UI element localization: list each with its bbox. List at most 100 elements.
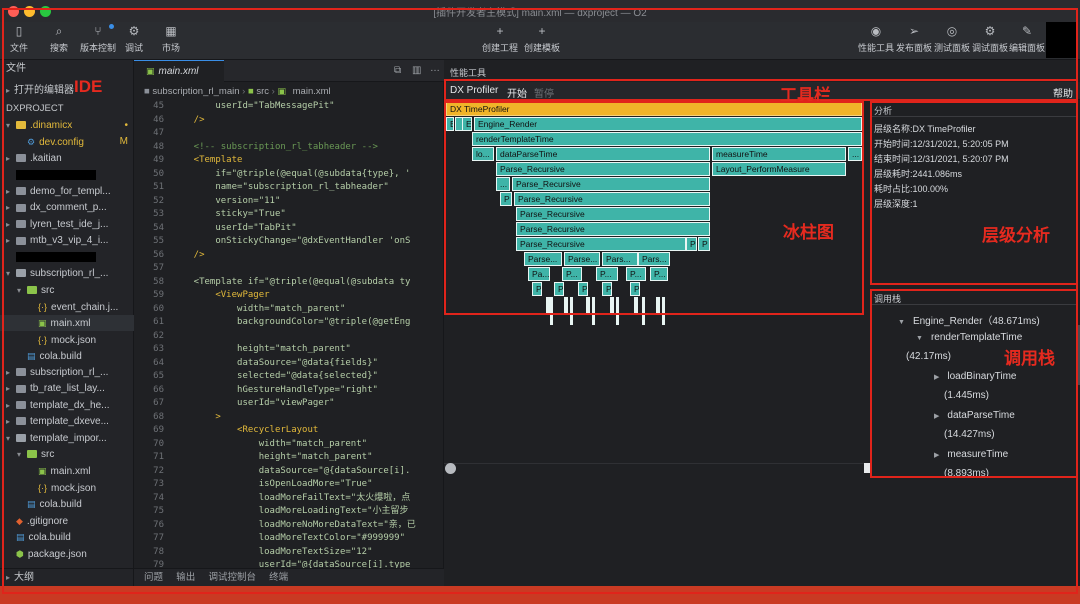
tree-item[interactable]: ▣ main.xml <box>0 463 134 479</box>
flame-cell[interactable]: renderTemplateTime <box>472 132 862 146</box>
flame-cell[interactable]: Parse_Recursive <box>496 162 710 176</box>
flame-cell[interactable]: P <box>630 282 640 296</box>
tree-item[interactable]: ▾ subscription_rl_... <box>0 266 134 282</box>
flame-cell[interactable]: measureTime <box>712 147 846 161</box>
create-project-button[interactable]: + 创建工程 <box>482 24 518 54</box>
flame-cell[interactable]: Pars... <box>638 252 670 266</box>
tree-item[interactable]: ▤ cola.build <box>0 529 134 545</box>
close-window-button[interactable] <box>8 6 19 17</box>
flame-cell[interactable]: P <box>602 282 612 296</box>
tree-item[interactable]: ▸ tb_rate_list_lay... <box>0 381 134 397</box>
tree-item[interactable]: ▾ .dinamicx • <box>0 118 134 134</box>
minimize-window-button[interactable] <box>24 6 35 17</box>
flame-cell[interactable]: P... <box>626 267 646 281</box>
flame-cell[interactable]: P <box>698 237 710 251</box>
tree-item[interactable]: ▸ lyren_test_ide_j... <box>0 217 134 233</box>
flame-cell[interactable]: ... <box>496 177 510 191</box>
tab-problems[interactable]: 问题 <box>144 572 163 583</box>
tree-item[interactable]: ◆ .gitignore <box>0 513 134 529</box>
tab-terminal[interactable]: 终端 <box>269 572 288 583</box>
tree-item[interactable]: ⬢ package.json <box>0 546 134 562</box>
callstack-node[interactable]: ▼ Engine_Render（48.671ms) <box>898 312 1040 327</box>
open-editors-section[interactable]: ▸ 打开的编辑器 <box>0 82 74 100</box>
test-panel-button[interactable]: ◎ 测试面板 <box>934 24 970 54</box>
debug-panel-button[interactable]: ⚙ 调试面板 <box>972 24 1008 54</box>
tab-output[interactable]: 输出 <box>176 572 195 583</box>
project-root[interactable]: DXPROJECT <box>0 100 64 118</box>
breadcrumb-item[interactable]: subscription_rl_main <box>152 86 239 97</box>
tree-item[interactable]: ▸ .kaitian <box>0 151 134 167</box>
callstack-node[interactable]: ▼ renderTemplateTime <box>916 332 1022 343</box>
perf-tool-button[interactable]: ◉ 性能工具 <box>858 24 894 54</box>
flame-cell[interactable]: Parse... <box>524 252 562 266</box>
flame-cell[interactable]: Parse_Recursive <box>516 207 710 221</box>
tab-debug-console[interactable]: 调试控制台 <box>208 572 256 583</box>
flame-cell[interactable]: P <box>578 282 588 296</box>
search-button[interactable]: ⌕ 搜索 <box>50 24 68 54</box>
breadcrumb-item[interactable]: src <box>256 86 269 97</box>
help-button[interactable]: 帮助 <box>1053 85 1073 100</box>
debug-button[interactable]: ⚙ 调试 <box>125 24 143 54</box>
flame-cell[interactable]: P <box>500 192 512 206</box>
chevron-right-icon[interactable]: ▶ <box>934 374 939 381</box>
chevron-right-icon[interactable]: ▶ <box>934 452 939 459</box>
edit-panel-button[interactable]: ✎ 编辑面板 <box>1009 24 1045 54</box>
tree-item[interactable]: ▣ main.xml <box>0 315 134 332</box>
flame-cell[interactable]: Parse_Recursive <box>516 222 710 236</box>
publish-panel-button[interactable]: ➢ 发布面板 <box>896 24 932 54</box>
tree-item[interactable]: ▾ src <box>0 447 134 463</box>
flame-cell[interactable]: dataParseTime <box>496 147 710 161</box>
file-button[interactable]: ▯ 文件 <box>10 24 28 54</box>
tree-item[interactable]: ▸ dx_comment_p... <box>0 200 134 216</box>
flame-chart[interactable]: DX TimeProfiler EEEngine_RenderrenderTem… <box>446 102 862 327</box>
editor-tab-main-xml[interactable]: ▣ main.xml <box>134 60 224 82</box>
flame-cell[interactable]: Parse_Recursive <box>516 237 686 251</box>
flame-cell[interactable]: E <box>462 117 472 131</box>
chevron-down-icon[interactable]: ▼ <box>898 319 905 326</box>
code-area[interactable]: 45 userId="TabMessagePit" 46 /> 47 48 <!-- … <box>134 100 444 572</box>
tree-item[interactable]: {·} mock.json <box>0 332 134 348</box>
create-template-button[interactable]: + 创建模板 <box>524 24 560 54</box>
callstack-node[interactable]: ▶ dataParseTime <box>934 410 1015 421</box>
flame-cell[interactable]: P... <box>596 267 618 281</box>
tree-item[interactable]: ▤ cola.build <box>0 348 134 364</box>
more-icon[interactable]: … <box>430 63 440 74</box>
flame-cell[interactable]: Engine_Render <box>474 117 862 131</box>
split-editor-icon[interactable]: ⧉ <box>394 65 401 76</box>
zoom-window-button[interactable] <box>40 6 51 17</box>
flame-cell[interactable]: P... <box>562 267 582 281</box>
flame-cell[interactable]: P <box>686 237 697 251</box>
chevron-right-icon[interactable]: ▶ <box>934 413 939 420</box>
tree-item[interactable] <box>0 167 134 183</box>
flame-cell[interactable]: Layout_PerformMeasure <box>712 162 846 176</box>
flame-cell[interactable]: E <box>446 117 454 131</box>
flame-cell[interactable]: P <box>532 282 542 296</box>
start-button[interactable]: 开始 <box>507 85 527 100</box>
tree-item[interactable]: ⚙ dev.config M <box>0 134 134 150</box>
profiler-select[interactable]: DX Profiler <box>450 85 498 96</box>
market-button[interactable]: ▦ 市场 <box>162 24 180 54</box>
callstack-scrollbar[interactable] <box>1076 325 1080 385</box>
pause-button[interactable]: 暂停 <box>534 85 554 100</box>
flame-cell[interactable]: Pars... <box>602 252 638 266</box>
outline-section[interactable]: ▸ 大纲 <box>0 568 134 586</box>
breadcrumb-item[interactable]: main.xml <box>293 86 331 97</box>
tree-item[interactable]: {·} event_chain.j... <box>0 299 134 315</box>
callstack-node[interactable]: ▶ loadBinaryTime <box>934 371 1017 382</box>
flame-cell[interactable]: P <box>554 282 564 296</box>
flame-cell[interactable]: lo... <box>472 147 494 161</box>
tree-item[interactable]: ▸ template_dxeve... <box>0 414 134 430</box>
tree-item[interactable]: ▾ template_impor... <box>0 431 134 447</box>
tree-item[interactable]: ▤ cola.build <box>0 496 134 512</box>
tree-item[interactable]: {·} mock.json <box>0 480 134 496</box>
resize-handle[interactable] <box>445 463 456 474</box>
callstack-node[interactable]: ▶ measureTime <box>934 449 1008 460</box>
flame-cell[interactable]: P... <box>650 267 668 281</box>
flame-cell[interactable]: Parse_Recursive <box>514 192 710 206</box>
tree-item[interactable]: ▸ mtb_v3_vip_4_i... <box>0 233 134 249</box>
flame-cell[interactable]: ... <box>848 147 862 161</box>
tree-item[interactable]: ▸ demo_for_templ... <box>0 184 134 200</box>
layout-icon[interactable]: ▥ <box>412 65 421 76</box>
tree-item[interactable]: ▸ template_dx_he... <box>0 398 134 414</box>
tree-item[interactable]: ▾ src <box>0 283 134 299</box>
